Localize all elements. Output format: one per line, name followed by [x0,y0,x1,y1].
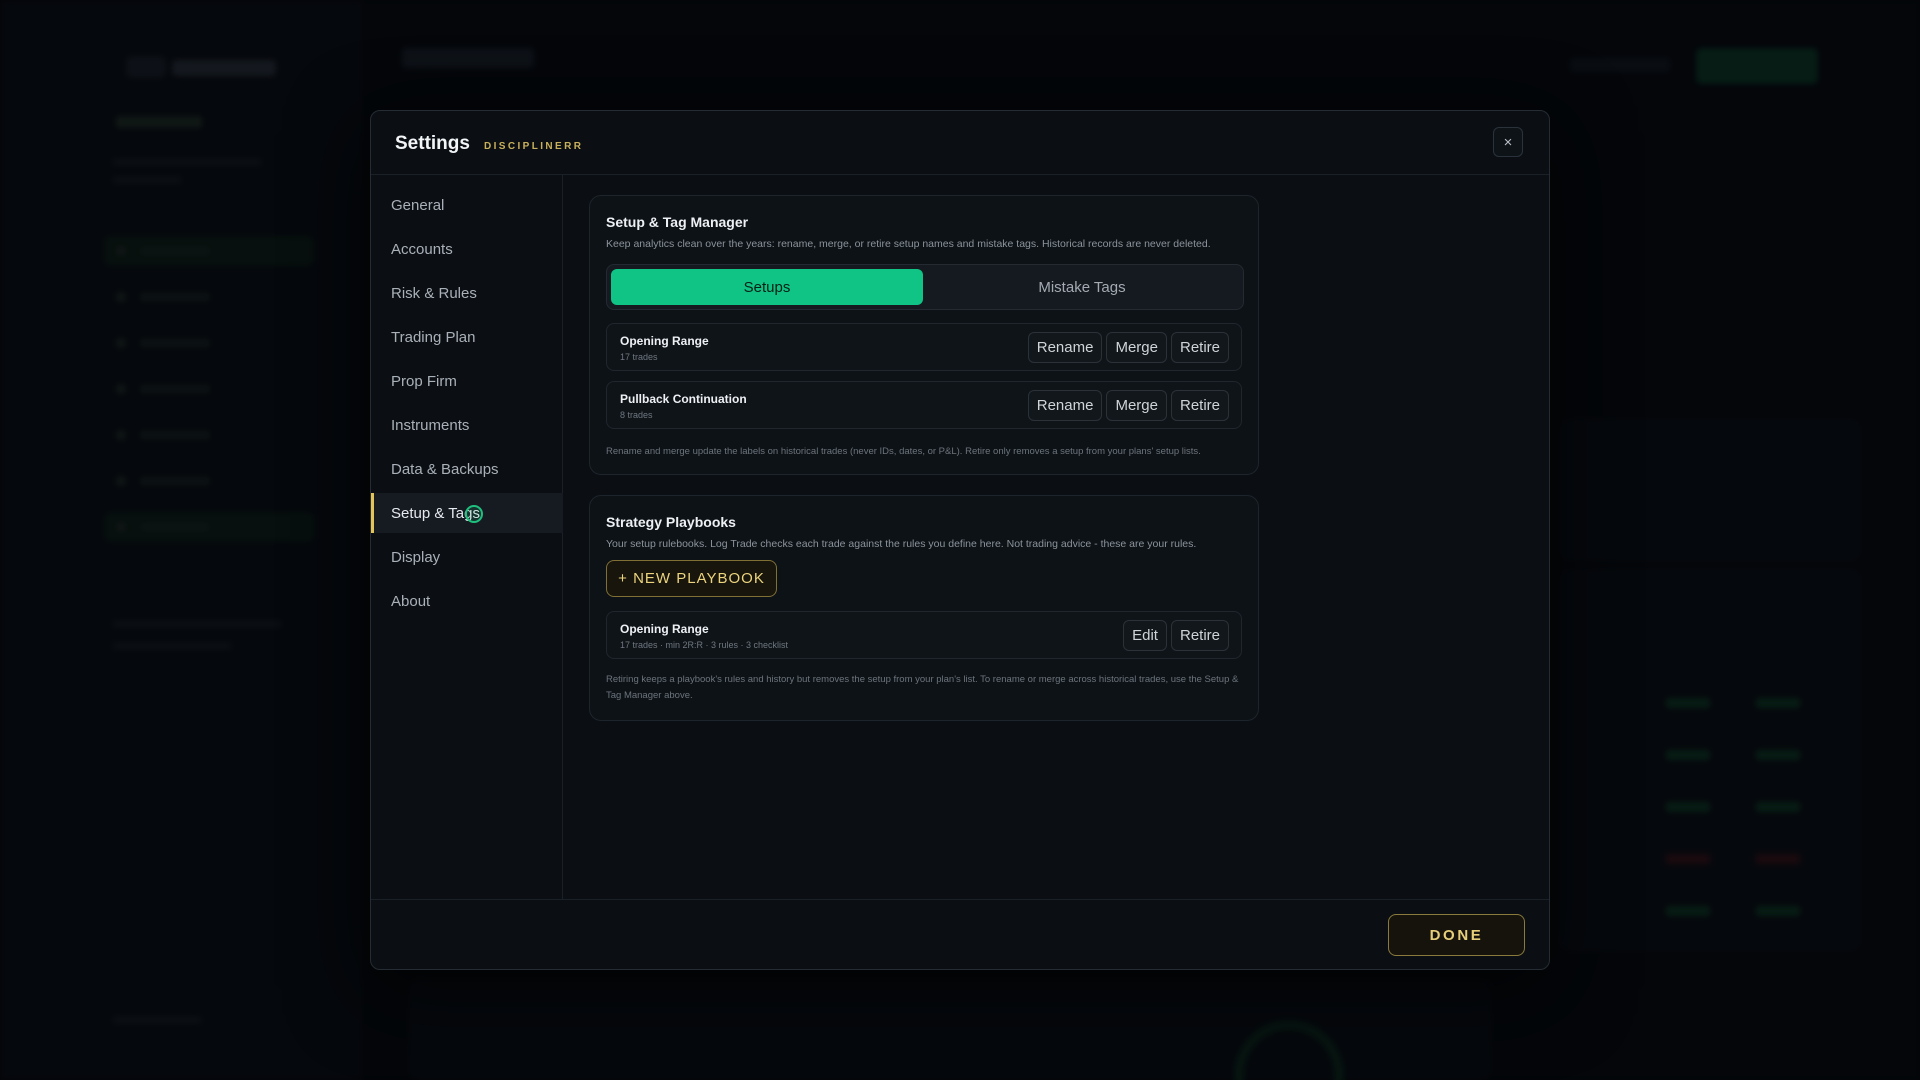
playbooks-title: Strategy Playbooks [606,514,736,530]
nav-item-label: Instruments [391,416,470,434]
nav-item-data-backups[interactable]: Data & Backups [371,449,563,489]
setup-actions: Rename Merge Retire [1027,390,1229,421]
playbook-meta: 17 trades · min 2R:R · 3 rules · 3 check… [620,640,789,650]
brand-label: DISCIPLINERR [484,141,584,152]
nav-item-label: Data & Backups [391,460,499,478]
nav-item-label: Accounts [391,240,453,258]
tag-manager-description: Keep analytics clean over the years: ren… [606,238,1211,250]
setup-row: Opening Range 17 trades Rename Merge Ret… [606,323,1242,371]
rename-button[interactable]: Rename [1027,332,1103,363]
playbooks-note: Retiring keeps a playbook's rules and hi… [606,674,1239,701]
done-button[interactable]: DONE [1388,914,1525,956]
tab-mistake-tags[interactable]: Mistake Tags [925,269,1239,305]
nav-item-trading-plan[interactable]: Trading Plan [371,317,563,357]
playbooks-card: Strategy Playbooks Your setup rulebooks.… [589,495,1259,721]
nav-item-label: General [391,196,445,214]
rename-button[interactable]: Rename [1027,390,1103,421]
nav-item-accounts[interactable]: Accounts [371,229,563,269]
retire-button[interactable]: Retire [1170,620,1229,651]
close-icon: × [1503,133,1513,151]
merge-button[interactable]: Merge [1106,332,1167,363]
playbook-actions: Edit Retire [1123,620,1229,651]
modal-footer: DONE [371,899,1549,969]
new-playbook-button[interactable]: + NEW PLAYBOOK [606,560,777,597]
close-button[interactable]: × [1493,127,1523,157]
setup-trade-count: 8 trades [620,410,653,420]
setup-name: Opening Range [620,334,709,348]
nav-item-label: Display [391,548,441,566]
nav-item-label: Prop Firm [391,372,457,390]
nav-item-about[interactable]: About [371,581,563,621]
nav-item-label: About [391,592,431,610]
modal-header: Settings DISCIPLINERR × [371,111,1549,175]
tag-manager-tabs: Setups Mistake Tags [606,264,1244,310]
tag-manager-card: Setup & Tag Manager Keep analytics clean… [589,195,1259,475]
nav-item-general[interactable]: General [371,185,563,225]
nav-item-label: Risk & Rules [391,284,477,302]
playbooks-description: Your setup rulebooks. Log Trade checks e… [606,538,1197,550]
tab-setups[interactable]: Setups [611,269,923,305]
setup-actions: Rename Merge Retire [1027,332,1229,363]
setup-name: Pullback Continuation [620,392,747,406]
retire-button[interactable]: Retire [1170,390,1229,421]
playbook-row: Opening Range 17 trades · min 2R:R · 3 r… [606,611,1242,659]
playbook-name: Opening Range [620,622,709,636]
settings-modal: Settings DISCIPLINERR × General Accounts… [370,110,1550,970]
setup-row: Pullback Continuation 8 trades Rename Me… [606,381,1242,429]
modal-title: Settings [395,133,470,154]
setup-trade-count: 17 trades [620,352,658,362]
tag-manager-title: Setup & Tag Manager [606,214,749,230]
merge-button[interactable]: Merge [1106,390,1167,421]
edit-button[interactable]: Edit [1123,620,1167,651]
nav-item-setup-tags[interactable]: Setup & Tags [371,493,563,533]
settings-nav: General Accounts Risk & Rules Trading Pl… [371,175,563,899]
cursor-click-indicator [465,505,483,523]
nav-item-label: Trading Plan [391,328,476,346]
nav-item-display[interactable]: Display [371,537,563,577]
nav-item-prop-firm[interactable]: Prop Firm [371,361,563,401]
retire-button[interactable]: Retire [1170,332,1229,363]
tag-manager-note: Rename and merge update the labels on hi… [606,446,1201,457]
nav-item-instruments[interactable]: Instruments [371,405,563,445]
nav-item-risk-rules[interactable]: Risk & Rules [371,273,563,313]
